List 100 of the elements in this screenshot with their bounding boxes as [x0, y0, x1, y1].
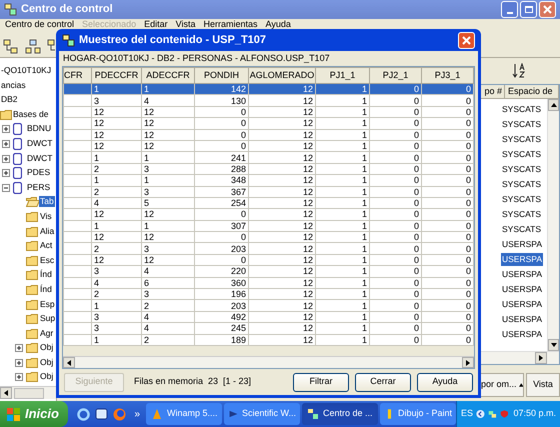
horizontal-scrollbar[interactable] [63, 356, 474, 368]
arrow-icon[interactable] [476, 408, 485, 420]
tree-item[interactable]: Esc [39, 254, 56, 266]
menu-item[interactable]: Centro de control [5, 19, 74, 29]
menu-item[interactable]: Vista [176, 19, 196, 29]
windows-logo-icon [6, 406, 22, 422]
list-item[interactable]: SYSCATS [501, 208, 542, 221]
tree-item[interactable]: Esp [39, 298, 56, 310]
table-cell: 0 [422, 232, 474, 243]
expand-box-icon[interactable] [2, 154, 10, 163]
menu-item[interactable]: Editar [144, 19, 168, 29]
list-item[interactable]: USERSPA [501, 253, 543, 266]
scroll-left-button[interactable] [63, 357, 75, 368]
tree-item[interactable]: Obj [39, 356, 54, 368]
tree-item[interactable]: BDNU [26, 123, 52, 134]
tree-item[interactable]: DWCT [26, 138, 54, 149]
column-header[interactable]: ADECCFR [142, 68, 194, 84]
scroll-up-button[interactable] [548, 99, 559, 111]
tree-item[interactable]: Sup [39, 313, 56, 324]
tree-item[interactable]: Bases de [12, 108, 50, 120]
expand-box-icon[interactable] [15, 373, 23, 382]
list-item[interactable]: USERSPA [501, 238, 543, 251]
list-item[interactable]: SYSCATS [501, 148, 542, 161]
close-button[interactable] [539, 1, 556, 18]
more-button[interactable]: » [134, 406, 140, 422]
scroll-right-button[interactable] [462, 357, 474, 368]
menu-item[interactable]: Ayuda [266, 19, 291, 29]
toolbar-tree-icon[interactable] [25, 39, 41, 55]
desktop-icon[interactable] [94, 406, 110, 422]
expand-box-icon[interactable] [2, 125, 10, 134]
dialog-button[interactable]: Cerrar [355, 372, 411, 392]
clock: 07:50 p.m. [513, 407, 556, 420]
taskbar-button[interactable]: Centro de ... [302, 403, 378, 425]
left-arrow-icon [4, 390, 8, 396]
maximize-button[interactable] [520, 1, 537, 18]
tree-item[interactable]: Agr [39, 328, 54, 339]
column-header[interactable]: PJ3_1 [422, 68, 474, 84]
table-cell: 142 [194, 84, 248, 95]
sort-icon[interactable] [511, 63, 527, 79]
taskbar-button[interactable]: Winamp 5.... [146, 403, 222, 425]
table-cell: 3 [142, 288, 194, 300]
taskbar-button[interactable]: Dibujo - Paint [380, 403, 456, 425]
tree-item[interactable]: Índ [39, 284, 53, 295]
collapse-box-icon[interactable] [2, 184, 10, 192]
list-item[interactable]: SYSCATS [501, 223, 542, 236]
list-item[interactable]: SYSCATS [501, 178, 542, 191]
expand-box-icon[interactable] [2, 140, 10, 148]
vertical-scrollbar[interactable] [547, 99, 559, 351]
list-item[interactable]: USERSPA [501, 298, 543, 311]
start-button[interactable]: Inicio [0, 401, 68, 427]
scroll-down-button[interactable] [548, 339, 559, 351]
view-dropdown[interactable]: por om... [478, 373, 524, 397]
minimize-button[interactable] [501, 1, 518, 18]
list-item[interactable]: USERSPA [501, 313, 543, 326]
column-header[interactable]: Espacio de [505, 85, 559, 98]
list-item[interactable]: SYSCATS [501, 163, 542, 176]
expand-box-icon[interactable] [2, 169, 10, 178]
scroll-left-button[interactable] [0, 387, 12, 399]
tree-item[interactable]: Act [39, 240, 54, 252]
expand-box-icon[interactable] [15, 344, 23, 352]
network-icon[interactable] [488, 408, 497, 420]
list-item[interactable]: USERSPA [501, 283, 543, 296]
tree-item[interactable]: Obj [39, 371, 54, 382]
tree-item[interactable]: DWCT [26, 152, 54, 164]
table-cell: 0 [370, 232, 422, 243]
list-item[interactable]: SYSCATS [501, 193, 542, 206]
dialog-button[interactable]: Ayuda [417, 372, 473, 392]
column-header[interactable]: PJ1_1 [316, 68, 370, 84]
tree-item[interactable]: Índ [39, 269, 53, 280]
list-item[interactable]: SYSCATS [501, 133, 542, 146]
horizontal-scrollbar[interactable] [0, 386, 56, 399]
table-cell: 0 [370, 288, 422, 300]
list-item[interactable]: SYSCATS [501, 118, 542, 131]
tree-item[interactable]: Alia [39, 226, 56, 237]
close-button[interactable] [458, 32, 475, 48]
column-header[interactable]: AGLOMERADO [248, 68, 316, 84]
tree-item[interactable]: DB2 [0, 94, 19, 106]
horizontal-scrollbar[interactable] [479, 351, 559, 364]
expand-box-icon[interactable] [15, 358, 23, 367]
list-item[interactable]: USERSPA [501, 328, 543, 341]
column-header[interactable]: PJ2_1 [370, 68, 422, 84]
view-button[interactable]: Vista [526, 373, 560, 397]
column-header[interactable]: CFR [64, 68, 92, 84]
column-header[interactable]: PDECCFR [92, 68, 142, 84]
table-cell: 0 [194, 129, 248, 140]
toolbar-tree-icon[interactable] [3, 39, 19, 55]
tree-item[interactable]: Vis [39, 210, 53, 222]
dialog-button[interactable]: Filtrar [293, 372, 349, 392]
menu-item[interactable]: Herramientas [203, 19, 258, 29]
tree-item[interactable]: Tab [39, 196, 55, 208]
scroll-right-button[interactable] [535, 352, 547, 364]
list-item[interactable]: SYSCATS [501, 103, 542, 116]
list-item[interactable]: USERSPA [501, 268, 543, 281]
tree-item[interactable]: PERS [26, 182, 52, 193]
tree-item[interactable]: PDES [26, 167, 52, 178]
tree-item[interactable]: Obj [39, 342, 54, 354]
tree-item[interactable]: ancias [0, 80, 27, 91]
tree-item[interactable]: -QO10T10KJ [0, 65, 52, 76]
taskbar-button[interactable]: Scientific W... [224, 403, 300, 425]
column-header[interactable]: PONDIH [194, 68, 248, 84]
